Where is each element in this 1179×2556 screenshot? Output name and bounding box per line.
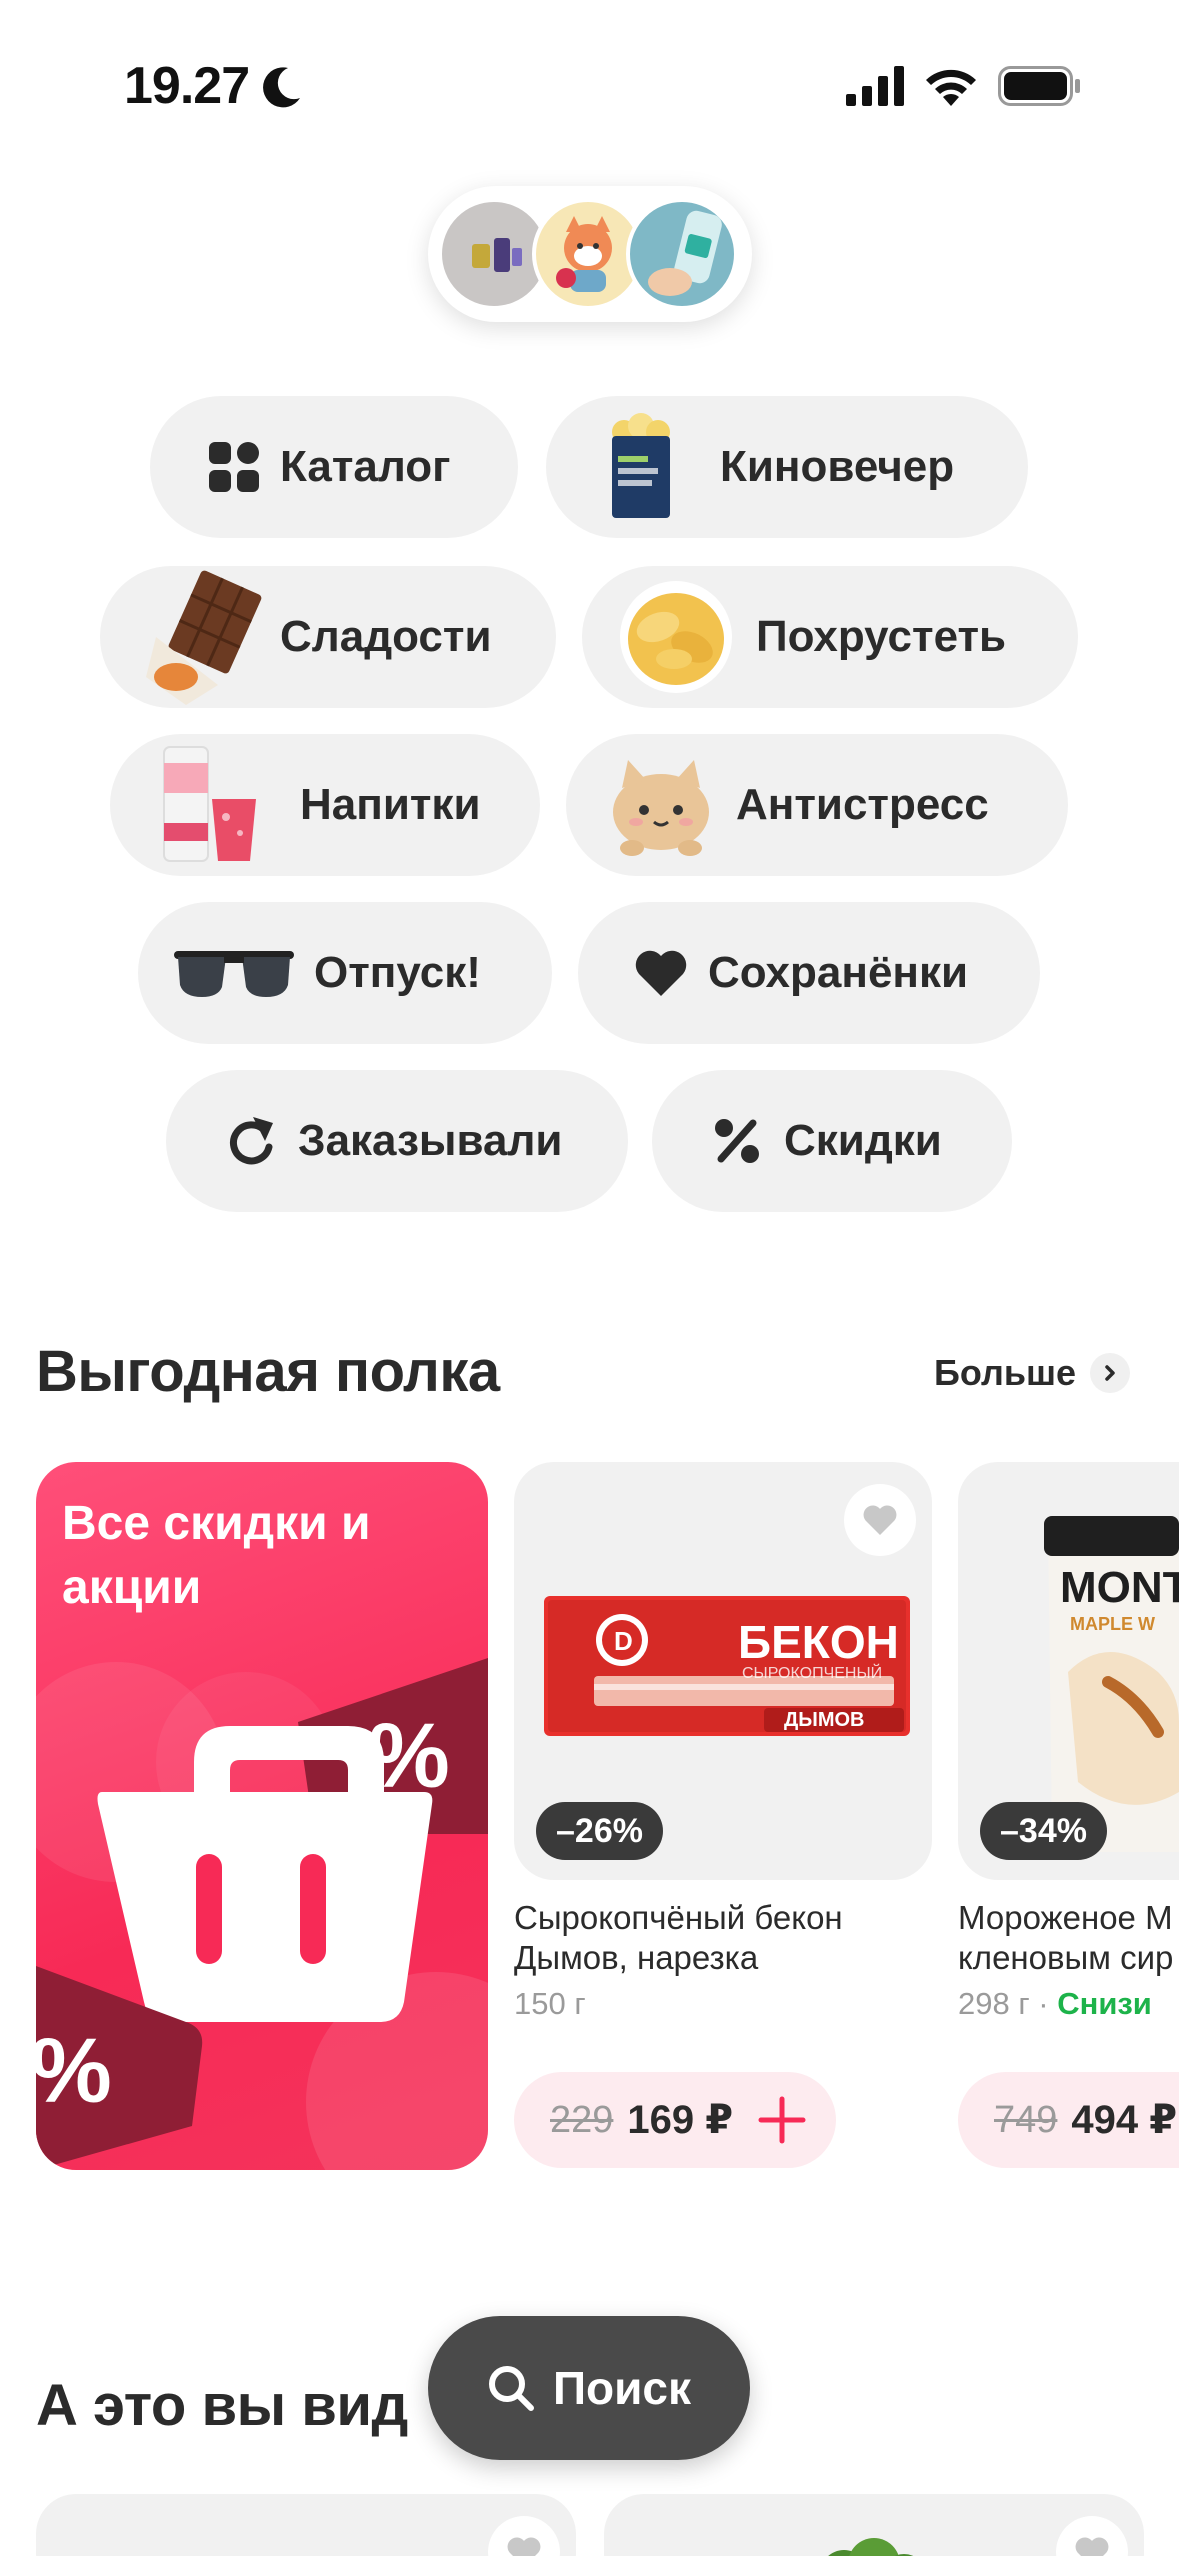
broccoli-image	[828, 2538, 914, 2556]
category-sweets[interactable]: Сладости	[100, 566, 556, 708]
current-price: 169 ₽	[627, 2098, 734, 2142]
heart-icon	[1075, 2537, 1109, 2556]
category-movie-night[interactable]: Киновечер	[546, 396, 1028, 538]
search-button[interactable]: Поиск	[428, 2316, 750, 2460]
pack-subtitle: MAPLE W	[1070, 1614, 1155, 1634]
favorite-button[interactable]	[488, 2516, 560, 2556]
category-label: Скидки	[784, 1116, 942, 1165]
promo-all-discounts-card[interactable]: % % Все скидки и акции	[36, 1462, 488, 2170]
story-cosmetics[interactable]	[626, 198, 738, 310]
category-label: Сладости	[280, 612, 492, 661]
category-label: Сохранёнки	[708, 948, 969, 997]
section-title-deals: Выгодная полка	[36, 1339, 500, 1404]
pack-brand: ДЫМОВ	[784, 1709, 865, 1731]
price-add-button[interactable]: 229 169 ₽	[514, 2072, 836, 2168]
favorite-button[interactable]	[844, 1484, 916, 1556]
search-icon	[488, 2366, 534, 2411]
product-name: кленовым сир	[958, 1939, 1174, 1976]
status-bar: 19.27	[0, 0, 1179, 170]
weight-value: 298 г	[958, 1986, 1030, 2021]
old-price: 749	[994, 2098, 1058, 2141]
product-name: Дымов, нарезка	[514, 1939, 759, 1976]
favorite-button[interactable]	[1056, 2516, 1128, 2556]
category-label: Киновечер	[720, 442, 955, 491]
category-vacation[interactable]: Отпуск!	[138, 902, 552, 1044]
pack-subtitle: СЫРОКОПЧЕНЫЙ	[742, 1663, 882, 1682]
plus-icon	[757, 2095, 807, 2145]
wifi-icon	[926, 69, 976, 106]
promo-title: Все скидки и акции	[62, 1497, 371, 1614]
product-name: Мороженое М	[958, 1899, 1173, 1936]
product-card-ice-cream[interactable]: MONT MAPLE W –34%	[958, 1462, 1179, 1880]
discount-badge: –26%	[536, 1802, 663, 1860]
chips-icon	[616, 577, 736, 697]
category-crunch[interactable]: Похрустеть	[582, 566, 1078, 708]
pack-title: БЕКОН	[738, 1616, 899, 1668]
category-label: Напитки	[300, 780, 481, 829]
product-card[interactable]	[36, 2494, 576, 2556]
status-time: 19.27	[124, 57, 250, 115]
heart-icon	[507, 2537, 541, 2556]
svg-text:D: D	[614, 1626, 633, 1656]
discount-badge: –34%	[980, 1802, 1107, 1860]
sunglasses-icon	[172, 943, 296, 1003]
category-label: Заказывали	[298, 1116, 563, 1165]
heart-icon	[863, 1505, 897, 1535]
drinks-icon	[160, 743, 260, 867]
category-catalog[interactable]: Каталог	[150, 396, 518, 538]
popcorn-icon	[606, 412, 676, 522]
stories-row	[428, 186, 752, 322]
price-drop-label: Снизи	[1057, 1986, 1152, 2021]
pack-title: MONT	[1060, 1563, 1179, 1612]
category-discounts[interactable]: Скидки	[652, 1070, 1012, 1212]
section-title-seen: А это вы вид	[36, 2373, 408, 2438]
product-card[interactable]	[604, 2494, 1144, 2556]
search-label: Поиск	[552, 2362, 692, 2414]
svg-text:%: %	[36, 2020, 112, 2122]
separator: ·	[1038, 1986, 1049, 2021]
reorder-icon	[226, 1114, 276, 1168]
chocolate-icon	[126, 567, 266, 707]
more-button[interactable]: Больше	[934, 1352, 1130, 1394]
category-ordered-before[interactable]: Заказывали	[166, 1070, 628, 1212]
category-label: Отпуск!	[314, 948, 481, 997]
product-name: Сырокопчёный бекон	[514, 1899, 843, 1936]
plush-cat-icon	[606, 750, 716, 860]
category-label: Антистресс	[736, 780, 989, 829]
category-label: Похрустеть	[756, 612, 1007, 661]
category-saved[interactable]: Сохранёнки	[578, 902, 1040, 1044]
heart-icon	[634, 948, 688, 998]
product-card-bacon[interactable]: D БЕКОН СЫРОКОПЧЕНЫЙ ДЫМОВ –26%	[514, 1462, 932, 1880]
product-weight: 298 г · Снизи	[958, 1986, 1152, 2022]
cellular-signal-icon	[846, 66, 904, 106]
product-weight: 150 г	[514, 1986, 586, 2021]
current-price: 494 ₽	[1071, 2098, 1178, 2142]
chevron-right-icon	[1090, 1353, 1130, 1393]
category-label: Каталог	[280, 442, 451, 491]
moon-icon	[263, 67, 300, 108]
category-drinks[interactable]: Напитки	[110, 734, 540, 876]
more-label: Больше	[934, 1352, 1076, 1393]
price-add-button[interactable]: 749 494 ₽	[958, 2072, 1179, 2168]
percent-icon	[712, 1116, 762, 1166]
category-antistress[interactable]: Антистресс	[566, 734, 1068, 876]
old-price: 229	[550, 2098, 614, 2141]
grid-icon	[208, 441, 260, 493]
battery-icon	[998, 66, 1080, 106]
